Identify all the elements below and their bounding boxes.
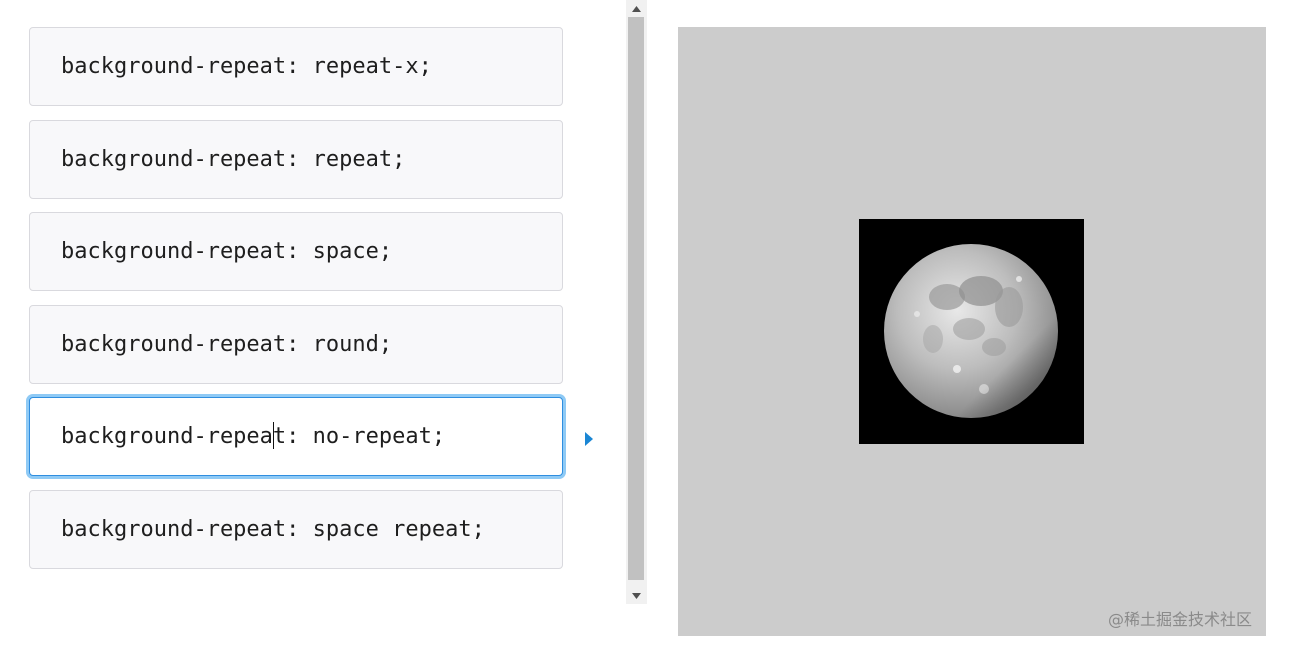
option-label: background-repeat: space repeat; <box>61 517 485 542</box>
scroll-up-button[interactable] <box>626 0 647 17</box>
option-space[interactable]: background-repeat: space; <box>29 212 563 291</box>
arrow-down-icon <box>632 592 641 599</box>
vertical-scrollbar[interactable] <box>626 0 647 604</box>
option-label-before-caret: background-repea <box>61 424 273 449</box>
option-repeat[interactable]: background-repeat: repeat; <box>29 120 563 199</box>
triangle-right-icon <box>585 431 593 450</box>
option-no-repeat[interactable]: background-repea t: no-repeat; <box>29 397 563 476</box>
option-label: background-repeat: space; <box>61 239 393 264</box>
option-label-after-caret: t: no-repeat; <box>272 424 446 449</box>
arrow-up-icon <box>632 5 641 12</box>
scrollbar-thumb[interactable] <box>628 17 644 580</box>
watermark: @稀土掘金技术社区 <box>1108 610 1253 629</box>
preview-area <box>678 27 1266 636</box>
moon-image <box>859 219 1084 444</box>
option-round[interactable]: background-repeat: round; <box>29 305 563 384</box>
option-space-repeat[interactable]: background-repeat: space repeat; <box>29 490 563 569</box>
scroll-down-button[interactable] <box>626 587 647 604</box>
options-panel: background-repeat: repeat-x; background-… <box>0 0 622 604</box>
text-caret <box>272 422 274 449</box>
option-label: background-repeat: repeat-x; <box>61 54 432 79</box>
option-label: background-repeat: repeat; <box>61 147 406 172</box>
option-label: background-repeat: round; <box>61 332 393 357</box>
option-repeat-x[interactable]: background-repeat: repeat-x; <box>29 27 563 106</box>
